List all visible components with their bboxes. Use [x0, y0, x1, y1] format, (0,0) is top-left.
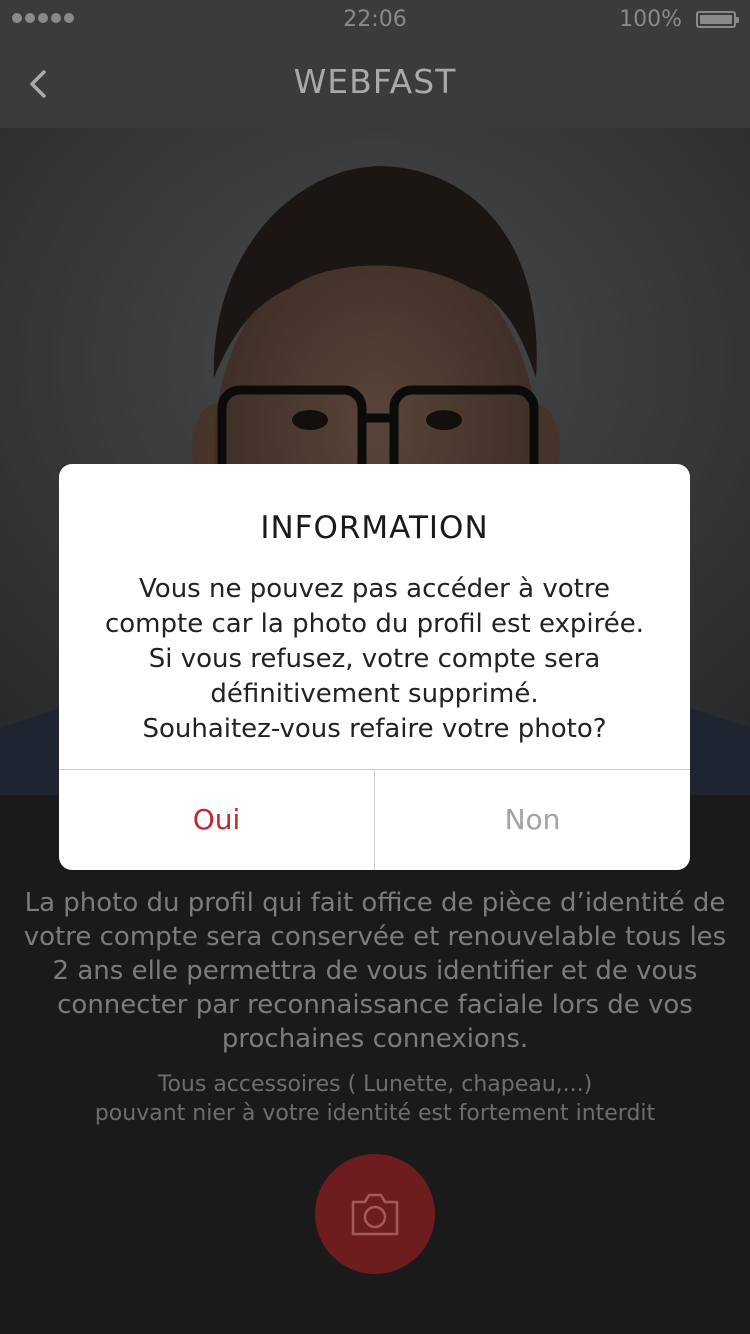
screen: 22:06 100% WEBFAST La photo du profil qu… [0, 0, 750, 1334]
dialog-message: Vous ne pouvez pas accéder à votre compt… [79, 572, 670, 747]
dialog-title: INFORMATION [260, 510, 489, 546]
dialog-message-line: compte car la photo du profil est expiré… [104, 609, 645, 639]
no-button[interactable]: Non [375, 770, 690, 870]
dialog-message-line: Souhaitez-vous refaire votre photo? [142, 714, 607, 744]
dialog-message-line: Vous ne pouvez pas accéder à votre [139, 574, 610, 604]
information-dialog: INFORMATION Vous ne pouvez pas accéder à… [59, 464, 690, 870]
yes-button[interactable]: Oui [59, 770, 374, 870]
dialog-message-line: définitivement supprimé. [210, 679, 539, 709]
dialog-message-line: Si vous refusez, votre compte sera [148, 644, 601, 674]
